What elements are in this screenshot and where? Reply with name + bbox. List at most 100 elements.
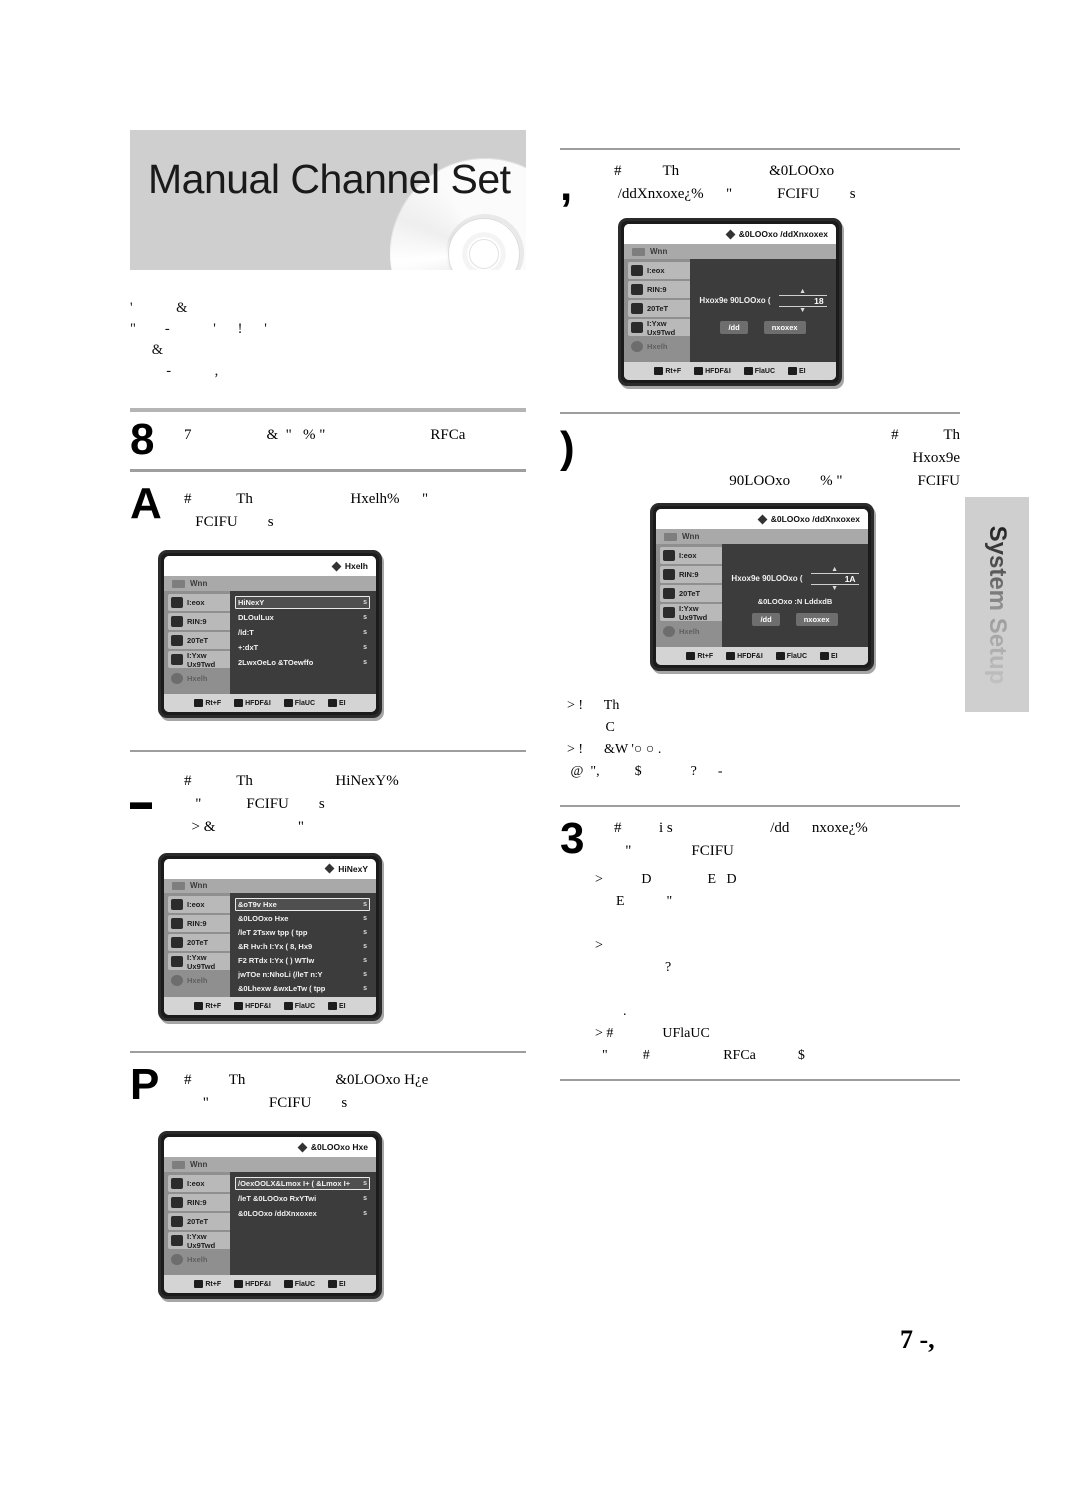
sidebar-item-setup[interactable]: Hxelh bbox=[168, 670, 230, 687]
osd-panel-add-channel-2[interactable]: &0LOOxo /ddXnxoxex Wnn I:eox RIN:9 20TeT… bbox=[650, 503, 874, 671]
osd-language-row-7[interactable]: &0Lhexw &wxLeTw ( tpp s bbox=[235, 982, 370, 995]
footer-exit[interactable]: EI bbox=[328, 1280, 346, 1288]
sidebar-item-video[interactable]: I:eox bbox=[628, 262, 690, 279]
footer-exit[interactable]: EI bbox=[328, 1002, 346, 1011]
footer-return-label: FlaUC bbox=[294, 1002, 316, 1010]
caret-up-icon[interactable]: ▲ bbox=[831, 566, 838, 573]
sidebar-item-audio[interactable]: RIN:9 bbox=[168, 1194, 230, 1211]
osd-language-row-5[interactable]: F2 RTdx I:Yx ( ) WTlw s bbox=[235, 954, 370, 967]
footer-move[interactable]: Rt+F bbox=[686, 652, 713, 660]
sidebar-item-audio[interactable]: RIN:9 bbox=[660, 566, 722, 583]
sidebar-item-network[interactable]: I:Yxw Ux9Twd bbox=[168, 1231, 230, 1250]
sidebar-item-setup[interactable]: Hxelh bbox=[168, 972, 230, 989]
footer-move[interactable]: Rt+F bbox=[194, 1002, 221, 1011]
osd-setup-row-1-value: s bbox=[363, 599, 367, 606]
dpad-icon bbox=[194, 1002, 204, 1011]
footer-exit[interactable]: EI bbox=[820, 652, 838, 660]
add-button[interactable]: /dd bbox=[720, 320, 748, 334]
osd-add1-stepper[interactable]: Hxox9e 90LOOxo ( ▲ 18 ▼ bbox=[699, 288, 827, 314]
sidebar-item-network[interactable]: I:Yxw Ux9Twd bbox=[660, 604, 722, 622]
sidebar-item-setup[interactable]: Hxelh bbox=[628, 338, 690, 355]
channel-number-stepper[interactable]: ▲ 1A ▼ bbox=[810, 566, 859, 592]
osd-language-row-3[interactable]: /leT 2Tsxw tpp ( tpp s bbox=[235, 926, 370, 939]
cancel-button[interactable]: nxoxex bbox=[763, 320, 806, 334]
osd-channelset-row-3[interactable]: &0LOOxo /ddXnxoxex s bbox=[235, 1207, 370, 1220]
sidebar-item-display-label: 20TeT bbox=[679, 589, 701, 598]
footer-select[interactable]: HFDF&I bbox=[694, 367, 731, 375]
osd-channelset-row-1[interactable]: /OexOOLX&Lmox I+ ( &Lmox I+ s bbox=[235, 1177, 370, 1190]
sidebar-item-audio[interactable]: RIN:9 bbox=[628, 281, 690, 298]
cancel-button[interactable]: nxoxex bbox=[795, 612, 838, 626]
sidebar-item-audio[interactable]: RIN:9 bbox=[168, 613, 230, 630]
footer-select[interactable]: HFDF&I bbox=[234, 699, 271, 707]
sidebar-item-network-label: I:Yxw Ux9Twd bbox=[187, 1231, 216, 1250]
enter-icon bbox=[694, 367, 704, 375]
osd-add2-titlebar: &0LOOxo /ddXnxoxex bbox=[656, 509, 868, 529]
osd-panel-language[interactable]: HiNexY Wnn I:eox RIN:9 20TeT I:Yxw Ux9Tw… bbox=[158, 853, 382, 1021]
osd-panel-setup[interactable]: Hxelh Wnn I:eox RIN:9 20TeT I:Yxw Ux9Twd… bbox=[158, 550, 382, 718]
sidebar-item-setup[interactable]: Hxelh bbox=[168, 1251, 230, 1268]
osd-panel-add-channel-1[interactable]: &0LOOxo /ddXnxoxex Wnn I:eox RIN:9 20TeT… bbox=[618, 218, 842, 386]
osd-add2-buttons: /dd nxoxex bbox=[752, 612, 838, 626]
footer-return[interactable]: FlaUC bbox=[283, 1002, 316, 1011]
osd-setup-row-3[interactable]: /ld:T s bbox=[235, 626, 370, 639]
sidebar-item-audio[interactable]: RIN:9 bbox=[168, 915, 230, 933]
osd-language-row-1-value: s bbox=[363, 901, 367, 909]
osd-setup-title: Hxelh bbox=[344, 561, 368, 571]
film-icon bbox=[171, 597, 183, 608]
footer-return[interactable]: FlaUC bbox=[775, 652, 807, 660]
osd-channelset-row-2[interactable]: /leT &0LOOxo RxYTwi s bbox=[235, 1192, 370, 1205]
footer-select[interactable]: HFDF&I bbox=[726, 652, 763, 660]
music-note-icon bbox=[171, 918, 183, 930]
sidebar-item-display[interactable]: 20TeT bbox=[628, 300, 690, 317]
footer-return[interactable]: FlaUC bbox=[283, 1280, 315, 1288]
sidebar-item-video[interactable]: I:eox bbox=[168, 1175, 230, 1192]
osd-setup-row-5[interactable]: 2LwxOeLo &TOewffo s bbox=[235, 656, 370, 669]
osd-add2-subbar-label: Wnn bbox=[682, 532, 700, 541]
osd-language-row-3-label: /leT 2Tsxw tpp ( tpp bbox=[238, 928, 308, 938]
osd-add2-stepper[interactable]: Hxox9e 90LOOxo ( ▲ 1A ▼ bbox=[731, 566, 859, 592]
sidebar-item-network[interactable]: I:Yxw Ux9Twd bbox=[168, 651, 230, 669]
return-icon bbox=[743, 367, 753, 375]
osd-language-row-1[interactable]: &oT9v Hxe s bbox=[235, 898, 370, 912]
sidebar-item-display[interactable]: 20TeT bbox=[660, 585, 722, 602]
osd-setup-row-2[interactable]: DLOulLux s bbox=[235, 611, 370, 624]
channel-number-stepper[interactable]: ▲ 18 ▼ bbox=[778, 288, 827, 314]
osd-language-row-6[interactable]: jwTOe n:NhoLi (/leT n:Y s bbox=[235, 968, 370, 981]
osd-add1-buttons: /dd nxoxex bbox=[720, 320, 806, 334]
osd-setup-row-1-label: HiNexY bbox=[238, 598, 265, 607]
sidebar-item-display[interactable]: 20TeT bbox=[168, 632, 230, 649]
caret-up-icon[interactable]: ▲ bbox=[799, 288, 806, 295]
footer-move[interactable]: Rt+F bbox=[194, 1280, 221, 1288]
sidebar-item-network[interactable]: I:Yxw Ux9Twd bbox=[628, 319, 690, 337]
footer-move[interactable]: Rt+F bbox=[194, 699, 221, 707]
sidebar-item-video[interactable]: I:eox bbox=[168, 896, 230, 914]
osd-panel-channel-set[interactable]: &0LOOxo Hxe Wnn I:eox RIN:9 20TeT I:Yxw … bbox=[158, 1131, 382, 1299]
osd-language-row-4[interactable]: &R Hv:h I:Yx ( 8, Hx9 s bbox=[235, 940, 370, 953]
footer-move[interactable]: Rt+F bbox=[654, 367, 681, 375]
side-tab-system-setup: System Setup bbox=[965, 497, 1029, 712]
sidebar-item-setup-label: Hxelh bbox=[647, 342, 668, 351]
osd-add1-stepper-value: 18 bbox=[778, 294, 827, 307]
sidebar-item-network[interactable]: I:Yxw Ux9Twd bbox=[168, 953, 230, 971]
sidebar-item-video[interactable]: I:eox bbox=[660, 547, 722, 564]
footer-exit[interactable]: EI bbox=[788, 367, 806, 375]
osd-setup-row-4[interactable]: +:dxT s bbox=[235, 641, 370, 654]
osd-add2-wrap: &0LOOxo /ddXnxoxex Wnn I:eox RIN:9 20TeT… bbox=[560, 503, 960, 671]
sidebar-item-display[interactable]: 20TeT bbox=[168, 1213, 230, 1230]
sidebar-item-video[interactable]: I:eox bbox=[168, 594, 230, 611]
caret-down-icon[interactable]: ▼ bbox=[831, 585, 838, 592]
caret-down-icon[interactable]: ▼ bbox=[799, 307, 806, 314]
footer-select[interactable]: HFDF&I bbox=[234, 1280, 271, 1288]
sidebar-item-display-label: 20TeT bbox=[647, 304, 669, 313]
osd-language-row-2[interactable]: &0LOOxo Hxe s bbox=[235, 912, 370, 925]
footer-exit[interactable]: EI bbox=[328, 699, 346, 707]
sidebar-item-display[interactable]: 20TeT bbox=[168, 934, 230, 952]
sidebar-item-setup[interactable]: Hxelh bbox=[660, 623, 722, 640]
footer-return[interactable]: FlaUC bbox=[743, 367, 775, 375]
return-icon bbox=[283, 1002, 293, 1011]
osd-setup-row-1[interactable]: HiNexY s bbox=[235, 596, 370, 609]
add-button[interactable]: /dd bbox=[752, 612, 780, 626]
footer-select[interactable]: HFDF&I bbox=[234, 1002, 271, 1011]
footer-return[interactable]: FlaUC bbox=[283, 699, 315, 707]
